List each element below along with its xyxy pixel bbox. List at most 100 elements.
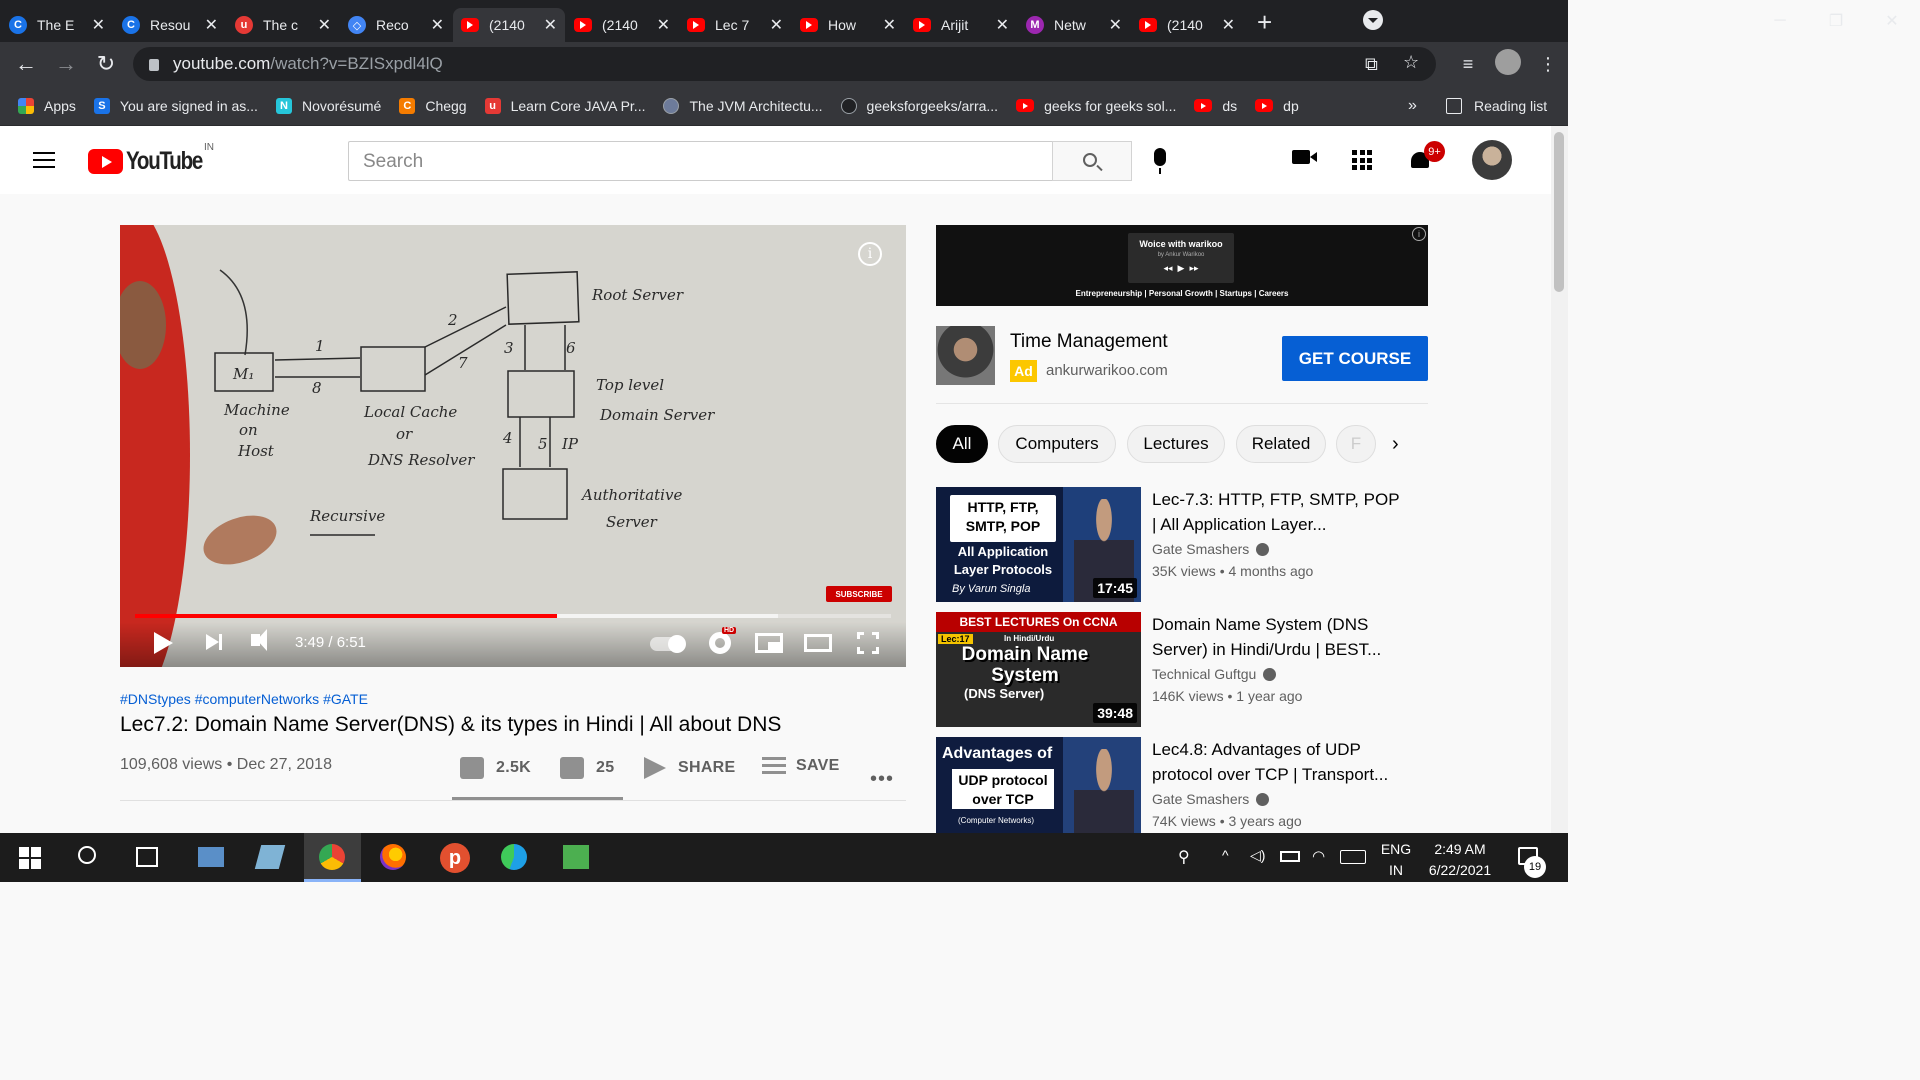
apps-grid-icon[interactable] [1352,150,1372,170]
bookmark-item[interactable]: Apps [18,97,76,114]
bookmarks-overflow-chevron[interactable]: » [1408,97,1417,115]
ad-info-icon[interactable]: i [1412,227,1426,241]
browser-tab[interactable]: How ✕ [792,8,904,42]
recommendation-item[interactable]: Advantages of UDP protocol over TCP (Com… [936,737,1436,833]
keyboard-tray-icon[interactable] [1340,850,1366,864]
battery-tray-icon[interactable] [1280,851,1300,862]
browser-tab[interactable]: (2140 ✕ [1131,8,1243,42]
voice-search-icon[interactable] [1154,148,1166,174]
app-p-taskbar-icon[interactable]: p [440,843,470,873]
create-video-icon[interactable] [1292,150,1317,164]
recommendation-title[interactable]: Domain Name System (DNS Server) in Hindi… [1152,612,1407,662]
chip-computers[interactable]: Computers [998,425,1116,463]
account-avatar[interactable] [1472,140,1512,180]
tab-close-icon[interactable]: ✕ [996,15,1009,35]
recommendation-thumbnail[interactable]: BEST LECTURES On CCNA Lec:17 In Hindi/Ur… [936,612,1141,727]
reading-list-button[interactable]: Reading list [1446,97,1547,114]
menu-hamburger-icon[interactable] [33,152,55,168]
task-view-icon[interactable] [136,847,158,867]
scrollbar-thumb[interactable] [1554,132,1564,292]
progress-bar[interactable] [135,614,891,618]
bookmark-item[interactable]: C Chegg [399,97,467,114]
browser-tab[interactable]: (2140 ✕ [453,8,565,42]
ad-thumbnail[interactable] [936,326,995,385]
restore-button[interactable]: ❐ [1808,11,1864,31]
bookmark-item[interactable]: dp [1255,98,1299,114]
tab-close-icon[interactable]: ✕ [883,15,896,35]
bookmark-item[interactable]: u Learn Core JAVA Pr... [484,97,645,114]
search-button[interactable] [1052,141,1132,181]
bookmark-item[interactable]: N Novorésumé [275,97,381,114]
share-button[interactable]: SHARE [644,757,736,779]
save-button[interactable]: SAVE [762,757,840,775]
minimize-button[interactable]: ─ [1752,12,1808,30]
video-player[interactable]: M₁ Machine on Host Local Cache or DNS Re… [120,225,906,667]
app-taskbar-icon[interactable] [563,845,589,869]
notepad-app-icon[interactable] [254,845,286,869]
video-info-card-icon[interactable]: i [858,242,882,266]
tab-search-button[interactable] [1363,10,1383,30]
miniplayer-icon[interactable] [755,633,783,653]
media-control-icon[interactable]: ≡ [1448,54,1488,75]
more-actions-icon[interactable]: ••• [870,768,894,791]
chip-related[interactable]: Related [1236,425,1326,463]
settings-gear-icon[interactable] [709,632,731,654]
recommendation-title[interactable]: Lec4.8: Advantages of UDP protocol over … [1152,737,1407,787]
new-tab-button[interactable]: + [1257,7,1272,38]
show-hidden-icons-chevron[interactable]: ^ [1222,847,1229,896]
recommendation-item[interactable]: HTTP, FTP, SMTP, POP All Application Lay… [936,487,1436,602]
bookmark-item[interactable]: ds [1194,98,1237,114]
close-window-button[interactable]: ✕ [1864,11,1920,31]
tab-close-icon[interactable]: ✕ [205,15,218,35]
ad-title[interactable]: Time Management [1010,331,1168,353]
tab-close-icon[interactable]: ✕ [770,15,783,35]
open-in-app-icon[interactable]: ⧉ [1365,54,1378,75]
forward-button[interactable]: → [46,51,86,77]
recommendation-channel[interactable]: Gate Smashers [1152,541,1270,557]
reload-button[interactable]: ↻ [86,51,126,77]
theater-mode-icon[interactable] [804,634,832,652]
browser-tab[interactable]: (2140 ✕ [566,8,678,42]
people-icon[interactable]: ⚲ [1178,847,1190,896]
chip-more[interactable]: F [1336,425,1376,463]
system-clock[interactable]: 2:49 AM 6/22/2021 [1422,839,1498,881]
back-button[interactable]: ← [6,51,46,77]
bookmark-star-icon[interactable]: ☆ [1403,52,1419,73]
fullscreen-icon[interactable] [857,632,879,654]
browser-tab[interactable]: ◇ Reco ✕ [340,8,452,42]
browser-tab[interactable]: M Netw ✕ [1018,8,1130,42]
tab-close-icon[interactable]: ✕ [1109,15,1122,35]
recommendation-channel[interactable]: Technical Guftgu [1152,666,1277,682]
chrome-menu-icon[interactable]: ⋮ [1528,54,1568,75]
tab-close-icon[interactable]: ✕ [544,15,557,35]
tab-close-icon[interactable]: ✕ [1222,15,1235,35]
chips-next-chevron-icon[interactable]: › [1392,433,1399,456]
tab-close-icon[interactable]: ✕ [318,15,331,35]
tab-close-icon[interactable]: ✕ [92,15,105,35]
chip-lectures[interactable]: Lectures [1127,425,1225,463]
subscribe-watermark[interactable]: SUBSCRIBE [826,586,892,602]
next-video-icon[interactable] [206,634,222,650]
dislike-button[interactable]: 25 [560,757,614,779]
volume-icon[interactable] [251,629,267,651]
language-indicator[interactable]: ENG IN [1380,839,1412,881]
bookmark-item[interactable]: S You are signed in as... [93,97,258,114]
tab-close-icon[interactable]: ✕ [657,15,670,35]
browser-tab[interactable]: C The E ✕ [1,8,113,42]
search-input[interactable]: Search [348,141,1053,181]
browser-tab[interactable]: Arijit ✕ [905,8,1017,42]
video-hashtags[interactable]: #DNStypes #computerNetworks #GATE [120,691,368,707]
volume-tray-icon[interactable]: ◁) [1250,847,1265,896]
autoplay-toggle[interactable] [650,635,686,653]
profile-button[interactable] [1488,48,1528,80]
browser-tab[interactable]: C Resou ✕ [114,8,226,42]
address-bar[interactable]: youtube.com/watch?v=BZISxpdl4lQ ⧉ ☆ [133,47,1436,81]
ad-domain[interactable]: ankurwarikoo.com [1046,362,1168,379]
recommendation-item[interactable]: BEST LECTURES On CCNA Lec:17 In Hindi/Ur… [936,612,1436,727]
play-icon[interactable] [154,632,173,654]
taskbar-search-icon[interactable] [78,846,96,864]
chip-all[interactable]: All [936,425,988,463]
page-scrollbar[interactable] [1551,126,1568,833]
recommendation-title[interactable]: Lec-7.3: HTTP, FTP, SMTP, POP | All Appl… [1152,487,1407,537]
browser-tab[interactable]: Lec 7 ✕ [679,8,791,42]
